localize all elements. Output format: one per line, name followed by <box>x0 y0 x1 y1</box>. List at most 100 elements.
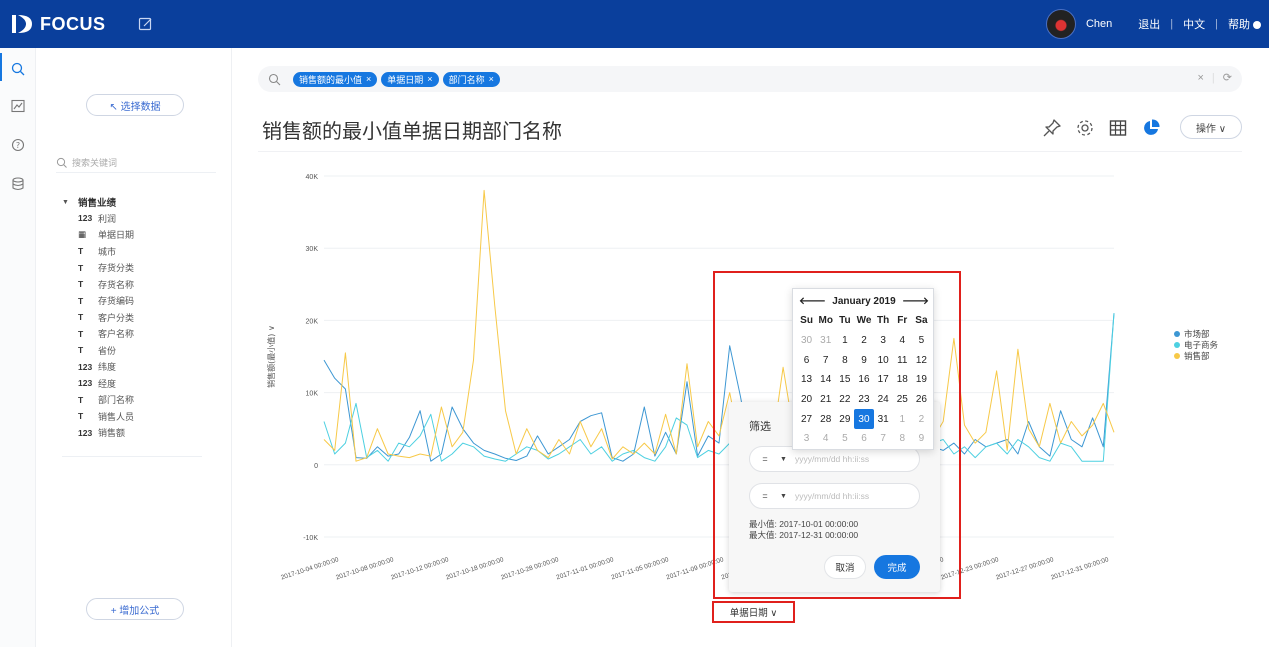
add-formula-button[interactable]: + 增加公式 <box>86 598 184 620</box>
calendar-day[interactable]: 8 <box>893 429 912 449</box>
field-item[interactable]: 123 纬度 <box>62 359 222 376</box>
calendar-day[interactable]: 13 <box>797 370 816 390</box>
calendar-day[interactable]: 9 <box>854 350 873 370</box>
calendar-day[interactable]: 15 <box>835 370 854 390</box>
calendar-day[interactable]: 6 <box>854 429 873 449</box>
calendar-day[interactable]: 3 <box>797 429 816 449</box>
close-icon[interactable]: × <box>366 74 371 84</box>
calendar-day[interactable]: 5 <box>835 429 854 449</box>
field-item[interactable]: 123 销售额 <box>62 425 222 442</box>
date-input[interactable]: yyyy/mm/dd hh:ii:ss <box>795 491 869 501</box>
field-item[interactable]: T 存货分类 <box>62 260 222 277</box>
calendar-day[interactable]: 9 <box>912 429 931 449</box>
pie-chart-icon[interactable] <box>1141 118 1161 138</box>
prev-month-arrow-icon[interactable]: 🡐 <box>799 295 826 307</box>
calendar-day[interactable]: 23 <box>854 390 873 410</box>
field-item[interactable]: T 存货编码 <box>62 293 222 310</box>
field-item[interactable]: T 存货名称 <box>62 276 222 293</box>
field-item[interactable]: T 销售人员 <box>62 408 222 425</box>
refresh-icon[interactable]: ⟳ <box>1223 71 1232 84</box>
query-tag[interactable]: 部门名称 × <box>442 71 500 87</box>
done-button[interactable]: 完成 <box>874 555 920 579</box>
pin-icon[interactable] <box>1042 118 1062 138</box>
query-bar[interactable]: 销售额的最小值 × 单据日期 × 部门名称 × × | ⟳ <box>258 66 1242 92</box>
y-axis-label[interactable]: 销售额(最小值) ∨ <box>266 325 276 388</box>
calendar-day[interactable]: 19 <box>912 370 931 390</box>
field-group[interactable]: ▼ 销售业绩 <box>62 194 222 210</box>
operator-select[interactable]: = <box>750 454 780 464</box>
calendar-day[interactable]: 1 <box>835 331 854 351</box>
calendar-day[interactable]: 30 <box>797 331 816 351</box>
field-item[interactable]: 123 经度 <box>62 375 222 392</box>
caret-down-icon[interactable]: ▼ <box>780 456 787 463</box>
calendar-day[interactable]: 14 <box>816 370 835 390</box>
language-link[interactable]: 中文 <box>1183 16 1205 32</box>
close-icon[interactable]: × <box>489 74 494 84</box>
calendar-day[interactable]: 31 <box>816 331 835 351</box>
field-item[interactable]: 123 利润 <box>62 210 222 227</box>
legend-item[interactable]: 市场部 <box>1174 328 1218 339</box>
field-item[interactable]: T 省份 <box>62 342 222 359</box>
calendar-day[interactable]: 26 <box>912 390 931 410</box>
edit-icon[interactable] <box>138 16 154 32</box>
calendar-day[interactable]: 2 <box>854 331 873 351</box>
search-icon[interactable] <box>10 61 26 77</box>
avatar[interactable] <box>1045 9 1076 39</box>
database-icon[interactable] <box>10 176 26 192</box>
cancel-button[interactable]: 取消 <box>824 555 866 579</box>
calendar-day[interactable]: 12 <box>912 350 931 370</box>
close-icon[interactable]: × <box>427 74 432 84</box>
help-icon[interactable]: ? <box>10 137 26 153</box>
operator-select[interactable]: = <box>750 491 780 501</box>
next-month-arrow-icon[interactable]: 🡒 <box>902 295 929 307</box>
dashboard-icon[interactable] <box>10 98 26 114</box>
calendar-day[interactable]: 7 <box>816 350 835 370</box>
calendar-day[interactable]: 20 <box>797 390 816 410</box>
calendar-day[interactable]: 17 <box>874 370 893 390</box>
calendar-day[interactable]: 1 <box>893 409 912 429</box>
calendar-day[interactable]: 30 <box>854 409 874 430</box>
calendar-day[interactable]: 16 <box>854 370 873 390</box>
calendar-day[interactable]: 11 <box>893 350 912 370</box>
calendar-day[interactable]: 8 <box>835 350 854 370</box>
calendar-day[interactable]: 18 <box>893 370 912 390</box>
gear-icon[interactable] <box>1075 118 1095 138</box>
query-tag[interactable]: 单据日期 × <box>381 71 439 87</box>
clear-icon[interactable]: × <box>1197 72 1203 84</box>
field-item[interactable]: ▦ 单据日期 <box>62 227 222 244</box>
calendar-day[interactable]: 10 <box>874 350 893 370</box>
field-item[interactable]: T 城市 <box>62 243 222 260</box>
table-icon[interactable] <box>1108 118 1128 138</box>
calendar-day[interactable]: 7 <box>874 429 893 449</box>
calendar-day[interactable]: 24 <box>874 390 893 410</box>
calendar-day[interactable]: 4 <box>893 331 912 351</box>
calendar-day[interactable]: 3 <box>874 331 893 351</box>
field-item[interactable]: T 部门名称 <box>62 392 222 409</box>
calendar-day[interactable]: 5 <box>912 331 931 351</box>
calendar-day[interactable]: 27 <box>797 409 816 429</box>
calendar-day[interactable]: 4 <box>816 429 835 449</box>
user-name[interactable]: Chen <box>1086 18 1112 30</box>
caret-down-icon[interactable]: ▼ <box>780 493 787 500</box>
calendar-day[interactable]: 21 <box>816 390 835 410</box>
calendar-day[interactable]: 31 <box>874 409 893 429</box>
field-item[interactable]: T 客户分类 <box>62 309 222 326</box>
x-axis-dimension-button[interactable]: 单据日期 ∨ <box>712 601 795 623</box>
query-tag[interactable]: 销售额的最小值 × <box>293 71 378 87</box>
legend-item[interactable]: 销售部 <box>1174 350 1218 361</box>
keyword-search[interactable]: 搜索关键词 <box>56 153 216 173</box>
operate-button[interactable]: 操作 ∨ <box>1180 115 1242 139</box>
calendar-day[interactable]: 25 <box>893 390 912 410</box>
calendar-day[interactable]: 22 <box>835 390 854 410</box>
select-data-button[interactable]: ↖ 选择数据 <box>86 94 184 116</box>
legend-item[interactable]: 电子商务 <box>1174 339 1218 350</box>
calendar-day[interactable]: 29 <box>835 409 854 429</box>
calendar-day[interactable]: 6 <box>797 350 816 370</box>
help-link[interactable]: 帮助 <box>1228 16 1261 32</box>
logout-link[interactable]: 退出 <box>1138 16 1160 32</box>
calendar-day[interactable]: 2 <box>912 409 931 429</box>
calendar-month[interactable]: January 2019 <box>832 296 895 307</box>
calendar-day[interactable]: 28 <box>816 409 835 429</box>
field-item[interactable]: T 客户名称 <box>62 326 222 343</box>
logo[interactable]: FOCUS <box>12 12 106 36</box>
